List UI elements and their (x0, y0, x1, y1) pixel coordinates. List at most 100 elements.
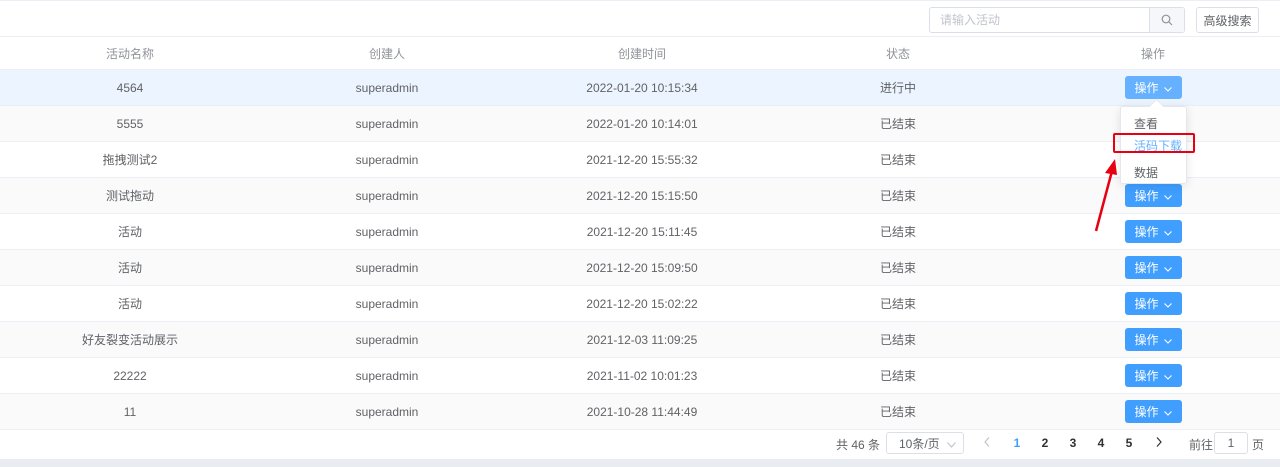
cell-creator: superadmin (260, 213, 514, 250)
activity-table: 活动名称 创建人 创建时间 状态 操作 4564 superadmin 2022… (0, 36, 1280, 430)
cell-time: 2021-11-02 10:01:23 (514, 357, 770, 394)
pagination: 共 46 条 10条/页 1 2 3 4 5 前往 页 (0, 427, 1280, 459)
next-page-button[interactable] (1156, 436, 1162, 450)
menu-item-view[interactable]: 查看 (1134, 115, 1158, 132)
cell-creator: superadmin (260, 141, 514, 178)
cell-creator: superadmin (260, 357, 514, 394)
chevron-down-icon (1163, 297, 1172, 311)
cell-name: 活动 (0, 285, 260, 322)
cell-time: 2021-12-20 15:02:22 (514, 285, 770, 322)
chevron-right-icon (1156, 437, 1162, 447)
search-button[interactable] (1149, 8, 1184, 32)
cell-name: 测试拖动 (0, 177, 260, 214)
advanced-search-button[interactable]: 高级搜索 (1196, 7, 1259, 33)
action-dropdown-button[interactable]: 操作 (1124, 184, 1182, 207)
search-icon (1161, 14, 1173, 26)
page-number[interactable]: 4 (1094, 436, 1108, 450)
cell-status: 已结束 (770, 141, 1026, 178)
action-dropdown-button[interactable]: 操作 (1124, 400, 1182, 423)
action-dropdown-button[interactable]: 操作 (1124, 256, 1182, 279)
table-row: 22222 superadmin 2021-11-02 10:01:23 已结束… (0, 357, 1280, 394)
chevron-left-icon (984, 437, 990, 447)
cell-action: 操作 (1026, 69, 1280, 106)
cell-time: 2021-10-28 11:44:49 (514, 393, 770, 430)
cell-name: 活动 (0, 213, 260, 250)
cell-status: 已结束 (770, 285, 1026, 322)
action-button-label: 操作 (1134, 405, 1159, 419)
table-row: 活动 superadmin 2021-12-20 15:02:22 已结束 操作 (0, 285, 1280, 322)
cell-status: 已结束 (770, 393, 1026, 430)
cell-creator: superadmin (260, 321, 514, 358)
action-button-label: 操作 (1134, 261, 1159, 275)
table-header: 活动名称 创建人 创建时间 状态 操作 (0, 36, 1280, 70)
cell-time: 2022-01-20 10:14:01 (514, 105, 770, 142)
action-dropdown-button[interactable]: 操作 (1124, 220, 1182, 243)
cell-time: 2021-12-20 15:09:50 (514, 249, 770, 286)
action-button-label: 操作 (1134, 189, 1159, 203)
table-row: 拖拽测试2 superadmin 2021-12-20 15:55:32 已结束 (0, 141, 1280, 178)
cell-status: 进行中 (770, 69, 1026, 106)
col-header-creator: 创建人 (260, 36, 514, 70)
table-row: 测试拖动 superadmin 2021-12-20 15:15:50 已结束 … (0, 177, 1280, 214)
cell-action: 操作 (1026, 285, 1280, 322)
cell-time: 2022-01-20 10:15:34 (514, 69, 770, 106)
page-number[interactable]: 5 (1122, 436, 1136, 450)
cell-status: 已结束 (770, 357, 1026, 394)
cell-name: 4564 (0, 69, 260, 106)
cell-action: 操作 (1026, 321, 1280, 358)
col-header-status: 状态 (770, 36, 1026, 70)
search-box (929, 7, 1185, 33)
chevron-down-icon (1163, 369, 1172, 383)
page-number[interactable]: 3 (1066, 436, 1080, 450)
action-button-label: 操作 (1134, 369, 1159, 383)
cell-name: 活动 (0, 249, 260, 286)
cell-time: 2021-12-20 15:15:50 (514, 177, 770, 214)
goto-label: 前往 (1189, 438, 1214, 452)
cell-creator: superadmin (260, 285, 514, 322)
action-dropdown-button[interactable]: 操作 (1124, 76, 1182, 99)
cell-time: 2021-12-20 15:11:45 (514, 213, 770, 250)
cell-status: 已结束 (770, 249, 1026, 286)
goto-page-input[interactable] (1214, 432, 1248, 454)
cell-action: 操作 (1026, 393, 1280, 430)
prev-page-button[interactable] (984, 436, 990, 450)
cell-time: 2021-12-20 15:55:32 (514, 141, 770, 178)
table-row: 4564 superadmin 2022-01-20 10:15:34 进行中 … (0, 69, 1280, 106)
cell-action: 操作 (1026, 357, 1280, 394)
cell-creator: superadmin (260, 177, 514, 214)
action-dropdown-button[interactable]: 操作 (1124, 328, 1182, 351)
chevron-down-icon (1163, 261, 1172, 275)
col-header-name: 活动名称 (0, 36, 260, 70)
cell-time: 2021-12-03 11:09:25 (514, 321, 770, 358)
cell-name: 好友裂变活动展示 (0, 321, 260, 358)
page-size-select[interactable]: 10条/页 (886, 432, 964, 454)
chevron-down-icon (1163, 225, 1172, 239)
goto-suffix: 页 (1252, 438, 1265, 452)
col-header-time: 创建时间 (514, 36, 770, 70)
cell-status: 已结束 (770, 105, 1026, 142)
action-dropdown-menu: 查看 活码下载 数据 (1120, 98, 1187, 184)
col-header-action: 操作 (1026, 36, 1280, 70)
cell-action: 操作 (1026, 249, 1280, 286)
annotation-arrow-icon (1094, 159, 1117, 232)
action-button-label: 操作 (1134, 225, 1159, 239)
action-button-label: 操作 (1134, 333, 1159, 347)
cell-creator: superadmin (260, 393, 514, 430)
menu-item-qrcode-download[interactable]: 活码下载 (1134, 137, 1182, 154)
table-row: 好友裂变活动展示 superadmin 2021-12-03 11:09:25 … (0, 321, 1280, 358)
chevron-down-icon (1163, 333, 1172, 347)
cell-status: 已结束 (770, 213, 1026, 250)
action-dropdown-button[interactable]: 操作 (1124, 292, 1182, 315)
action-dropdown-button[interactable]: 操作 (1124, 364, 1182, 387)
page-number[interactable]: 2 (1038, 436, 1052, 450)
cell-name: 5555 (0, 105, 260, 142)
page-number[interactable]: 1 (1010, 436, 1024, 450)
page-size-value: 10条/页 (899, 436, 940, 451)
table-row: 11 superadmin 2021-10-28 11:44:49 已结束 操作 (0, 393, 1280, 430)
cell-name: 11 (0, 393, 260, 430)
cell-status: 已结束 (770, 321, 1026, 358)
menu-item-data[interactable]: 数据 (1134, 164, 1158, 181)
cell-creator: superadmin (260, 105, 514, 142)
search-input[interactable] (930, 8, 1149, 32)
chevron-down-icon (1163, 189, 1172, 203)
